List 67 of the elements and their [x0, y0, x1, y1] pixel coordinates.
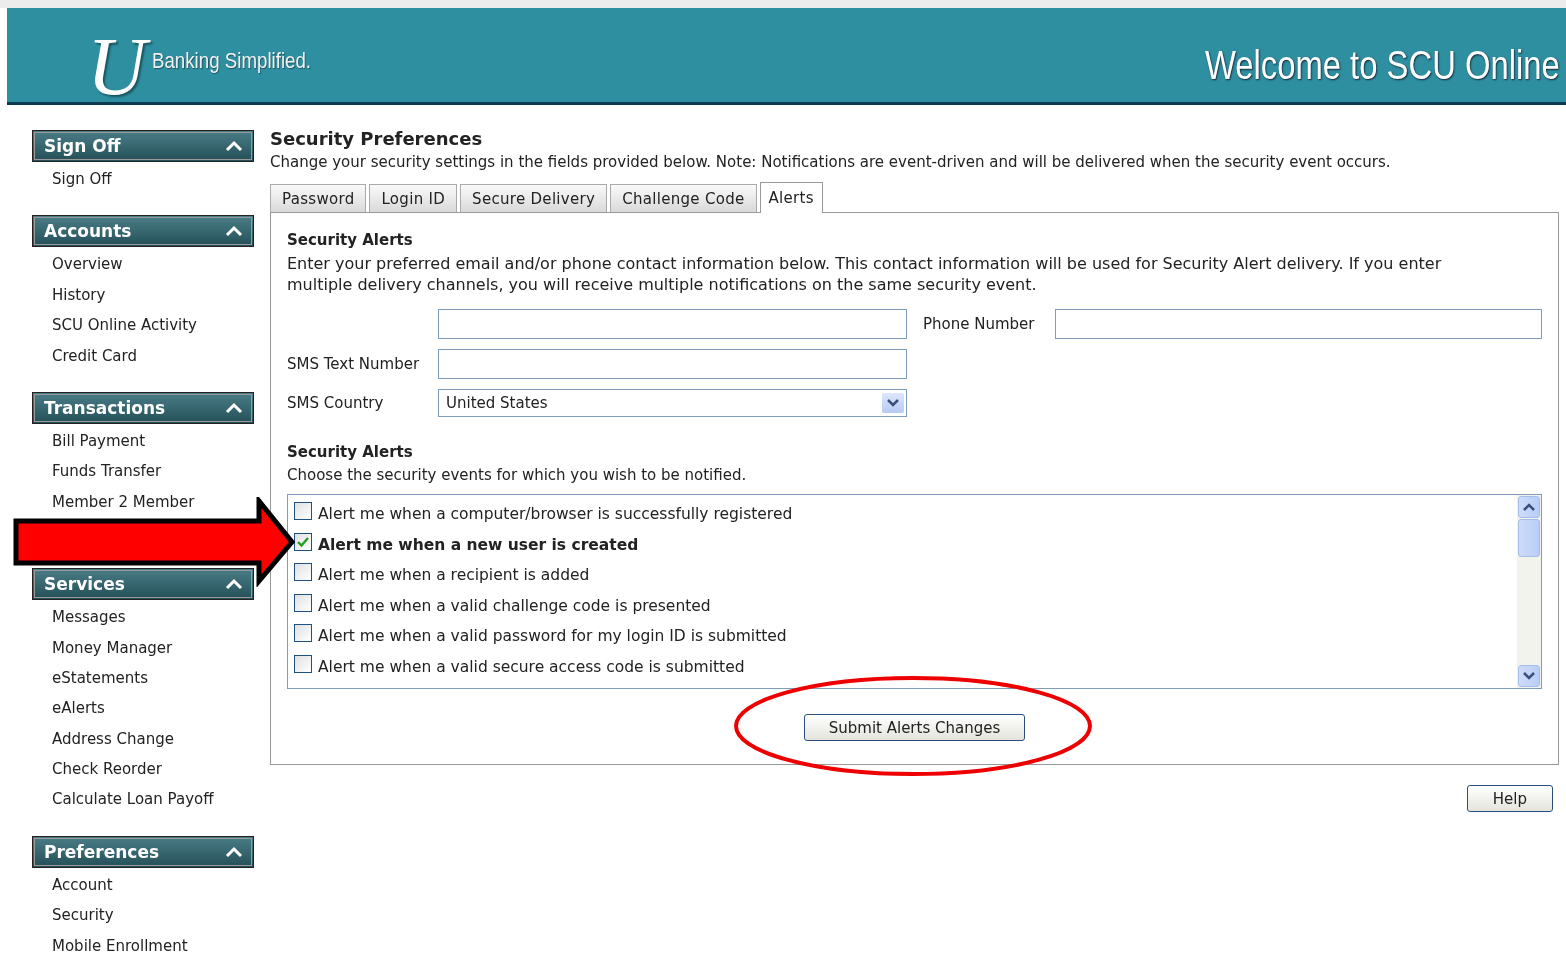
help-button[interactable]: Help	[1466, 785, 1553, 812]
chevron-down-icon	[887, 399, 899, 407]
tab[interactable]: Challenge Code	[610, 184, 757, 212]
chevron-up-icon	[225, 845, 243, 858]
section-heading: Security Alerts	[287, 443, 414, 461]
chevron-up-icon	[225, 578, 243, 591]
sidebar-link[interactable]: Address Change	[52, 723, 174, 755]
sidebar-section-header[interactable]: Preferences	[32, 835, 254, 868]
sidebar-section-header[interactable]: Accounts	[32, 215, 254, 248]
sidebar-link[interactable]: Security	[52, 900, 114, 931]
field-label: Phone Number	[922, 315, 1036, 333]
checkbox[interactable]	[294, 532, 312, 551]
sidebar-link[interactable]: Member 2 Member	[52, 486, 195, 518]
chevron-up-icon	[225, 401, 243, 414]
country-select[interactable]: United States	[438, 389, 907, 417]
tab[interactable]: Alerts	[759, 182, 823, 213]
sidebar-section-header[interactable]: Transactions	[32, 391, 254, 424]
chevron-up-icon	[1523, 503, 1535, 511]
sidebar-section-header[interactable]: Sign Off	[32, 130, 254, 162]
sidebar-link[interactable]: Funds Transfer	[52, 456, 162, 487]
sidebar-link[interactable]: Calculate Loan Payoff	[52, 784, 214, 815]
welcome-title: Welcome to SCU Online	[1205, 43, 1560, 88]
scrollbar-thumb[interactable]	[1518, 519, 1540, 557]
logo-tagline: Banking Simplified.	[152, 48, 312, 74]
tab[interactable]: Password	[270, 184, 367, 212]
sidebar-link[interactable]: Check Reorder	[52, 754, 162, 785]
sidebar-link[interactable]: eAlerts	[52, 693, 105, 724]
checkbox-label: Alert me when a computer/browser is successfully registered	[318, 505, 793, 524]
sms-input[interactable]	[438, 349, 907, 379]
chevron-up-icon	[225, 225, 243, 238]
sidebar-link[interactable]: History	[52, 279, 106, 311]
field-label: SMS Country	[287, 394, 385, 412]
sidebar-link[interactable]: Overview	[52, 249, 123, 280]
sidebar-link[interactable]: Mobile Enrollment	[52, 930, 188, 956]
checkbox[interactable]	[294, 502, 312, 521]
sidebar-link[interactable]: Credit Card	[52, 340, 137, 371]
checkbox-label: Alert me when a valid password for my login ID is submitted	[318, 627, 787, 646]
tab[interactable]: Login ID	[369, 184, 458, 212]
checkbox-label: Alert me when a recipient is added	[318, 566, 590, 585]
submit-button[interactable]: Submit Alerts Changes	[803, 714, 1026, 741]
sidebar-section-header[interactable]: Services	[32, 568, 254, 601]
sidebar-link[interactable]: Messages	[52, 602, 126, 633]
checkbox-label: Alert me when a valid secure access code is submitted	[318, 657, 745, 676]
email-input[interactable]	[438, 309, 907, 339]
chevron-down-icon	[1523, 672, 1535, 680]
chevron-up-icon	[225, 140, 243, 152]
sidebar-link[interactable]: eStatements	[52, 662, 148, 694]
sidebar-link[interactable]: SCU Online Activity	[52, 310, 197, 341]
sidebar-link[interactable]: Money Manager	[52, 632, 173, 663]
checkbox[interactable]	[294, 654, 312, 673]
page-title: Security Preferences	[270, 128, 484, 149]
sidebar-link[interactable]: Sign Off	[52, 164, 112, 195]
checkbox[interactable]	[294, 624, 312, 643]
checkbox-label: Alert me when a new user is created	[318, 535, 639, 554]
section-description: Choose the security events for which you wish to be notified.	[287, 465, 748, 486]
tab[interactable]: Secure Delivery	[460, 184, 608, 212]
sidebar-link[interactable]: Bill Payment	[52, 425, 146, 457]
scrollbar[interactable]	[1517, 495, 1541, 688]
page-description: Change your security settings in the fields provided below. Note: Notifications are event-driven and will be delivered when the security event occurs.	[270, 153, 1392, 171]
section-description: Enter your preferred email and/or phone contact information below. This contact information will be used for Security Alert delivery. If you enter multiple delivery channels, you will receive multiple notifications on the same security event.	[287, 253, 1443, 295]
sidebar-link[interactable]: Account	[52, 869, 113, 901]
checkbox[interactable]	[294, 563, 312, 582]
field-label: SMS Text Number	[287, 355, 421, 373]
section-heading: Security Alerts	[287, 231, 414, 249]
phone-input[interactable]	[1055, 309, 1542, 339]
checkbox-label: Alert me when a valid challenge code is presented	[318, 596, 711, 615]
checkbox[interactable]	[294, 593, 312, 612]
